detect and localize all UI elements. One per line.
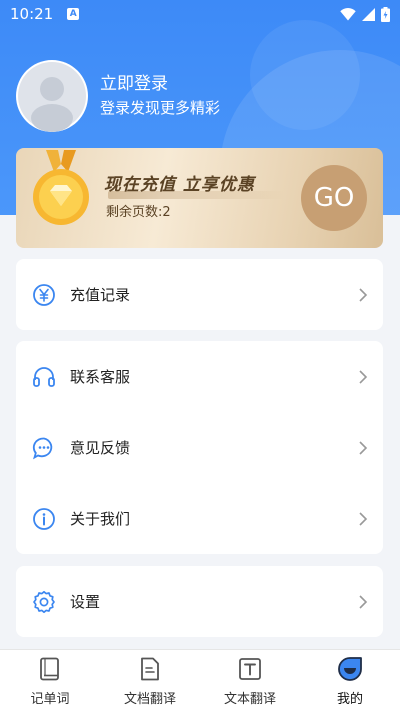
- go-button[interactable]: GO: [301, 165, 367, 231]
- tab-text-translate[interactable]: 文本翻译: [200, 650, 300, 711]
- login-title[interactable]: 立即登录: [100, 72, 220, 96]
- yen-circle-icon: [32, 283, 56, 307]
- chevron-right-icon: [359, 594, 368, 609]
- avatar[interactable]: [16, 60, 88, 132]
- remaining-pages: 剩余页数:2: [106, 205, 171, 220]
- decor-circle: [250, 20, 360, 130]
- tab-label: 文本翻译: [223, 692, 276, 707]
- menu-item-settings[interactable]: 设置: [16, 566, 383, 637]
- wifi-icon: [340, 7, 356, 20]
- recharge-promo-card[interactable]: 现在充值 立享优惠 剩余页数:2 GO: [16, 148, 383, 248]
- profile-text: 立即登录 登录发现更多精彩: [100, 72, 220, 120]
- menu-item-label: 充值记录: [70, 286, 131, 304]
- menu-item-feedback[interactable]: 意见反馈: [16, 412, 383, 483]
- promo-headline: 现在充值 立享优惠: [104, 175, 255, 195]
- tab-vocabulary[interactable]: 记单词: [0, 650, 100, 711]
- chevron-right-icon: [359, 369, 368, 384]
- tab-label: 我的: [336, 692, 363, 707]
- battery-icon: [381, 6, 390, 22]
- menu-item-label: 关于我们: [70, 510, 131, 528]
- status-bar: 10:21 A: [0, 0, 400, 28]
- tab-label: 文档翻译: [123, 692, 176, 707]
- menu-item-about-us[interactable]: 关于我们: [16, 483, 383, 554]
- chevron-right-icon: [359, 440, 368, 455]
- chat-bubble-icon: [32, 436, 56, 460]
- headset-icon: [32, 365, 56, 389]
- signal-icon: [362, 7, 375, 21]
- diamond-medal-icon: [33, 150, 89, 225]
- book-icon: [37, 656, 63, 682]
- default-avatar-icon: [18, 62, 86, 132]
- bottom-tab-bar: 记单词 文档翻译 文本翻译 我的: [0, 649, 400, 711]
- gear-icon: [32, 590, 56, 614]
- chevron-right-icon: [359, 287, 368, 302]
- menu-card-support: 联系客服 意见反馈 关于我们: [16, 341, 383, 554]
- profile-face-icon: [337, 656, 363, 682]
- menu-card-settings: 设置: [16, 566, 383, 637]
- login-profile[interactable]: 立即登录 登录发现更多精彩: [16, 60, 220, 132]
- menu-item-contact-service[interactable]: 联系客服: [16, 341, 383, 412]
- document-icon: [137, 656, 163, 682]
- notification-icon: A: [67, 8, 80, 20]
- info-circle-icon: [32, 507, 56, 531]
- menu-card-records: 充值记录: [16, 259, 383, 330]
- status-time: 10:21: [10, 5, 54, 23]
- login-subtitle: 登录发现更多精彩: [100, 99, 221, 117]
- chevron-right-icon: [359, 511, 368, 526]
- menu-item-recharge-record[interactable]: 充值记录: [16, 259, 383, 330]
- menu-item-label: 意见反馈: [70, 439, 131, 457]
- text-icon: [237, 656, 263, 682]
- tab-document-translate[interactable]: 文档翻译: [100, 650, 200, 711]
- menu-item-label: 设置: [70, 593, 101, 611]
- tab-label: 记单词: [30, 692, 70, 707]
- menu-item-label: 联系客服: [70, 368, 131, 386]
- status-icons: [340, 6, 390, 22]
- tab-mine[interactable]: 我的: [300, 650, 400, 711]
